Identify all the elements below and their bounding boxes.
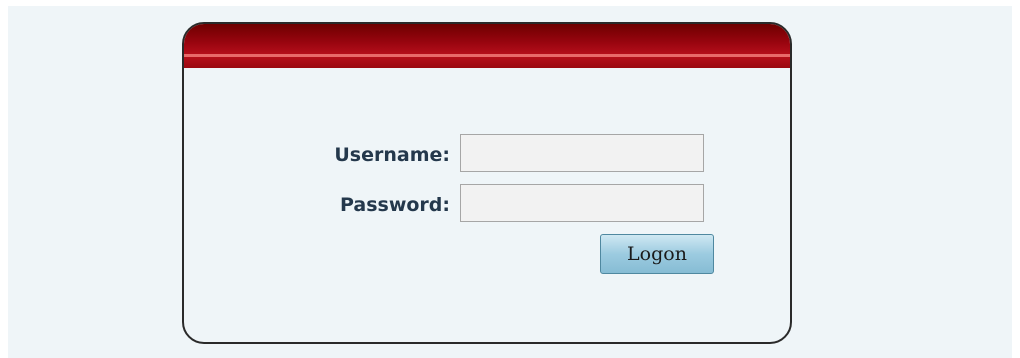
- login-panel: Username: Password: Logon: [182, 22, 792, 344]
- password-input[interactable]: [460, 184, 704, 222]
- password-label: Password:: [339, 194, 450, 216]
- username-label: Username:: [334, 144, 450, 166]
- logon-button[interactable]: Logon: [600, 234, 714, 274]
- password-row: Password:: [184, 184, 790, 226]
- username-row: Username:: [184, 134, 790, 176]
- header-stripe: [184, 54, 790, 57]
- username-input[interactable]: [460, 134, 704, 172]
- login-panel-header: [184, 24, 790, 68]
